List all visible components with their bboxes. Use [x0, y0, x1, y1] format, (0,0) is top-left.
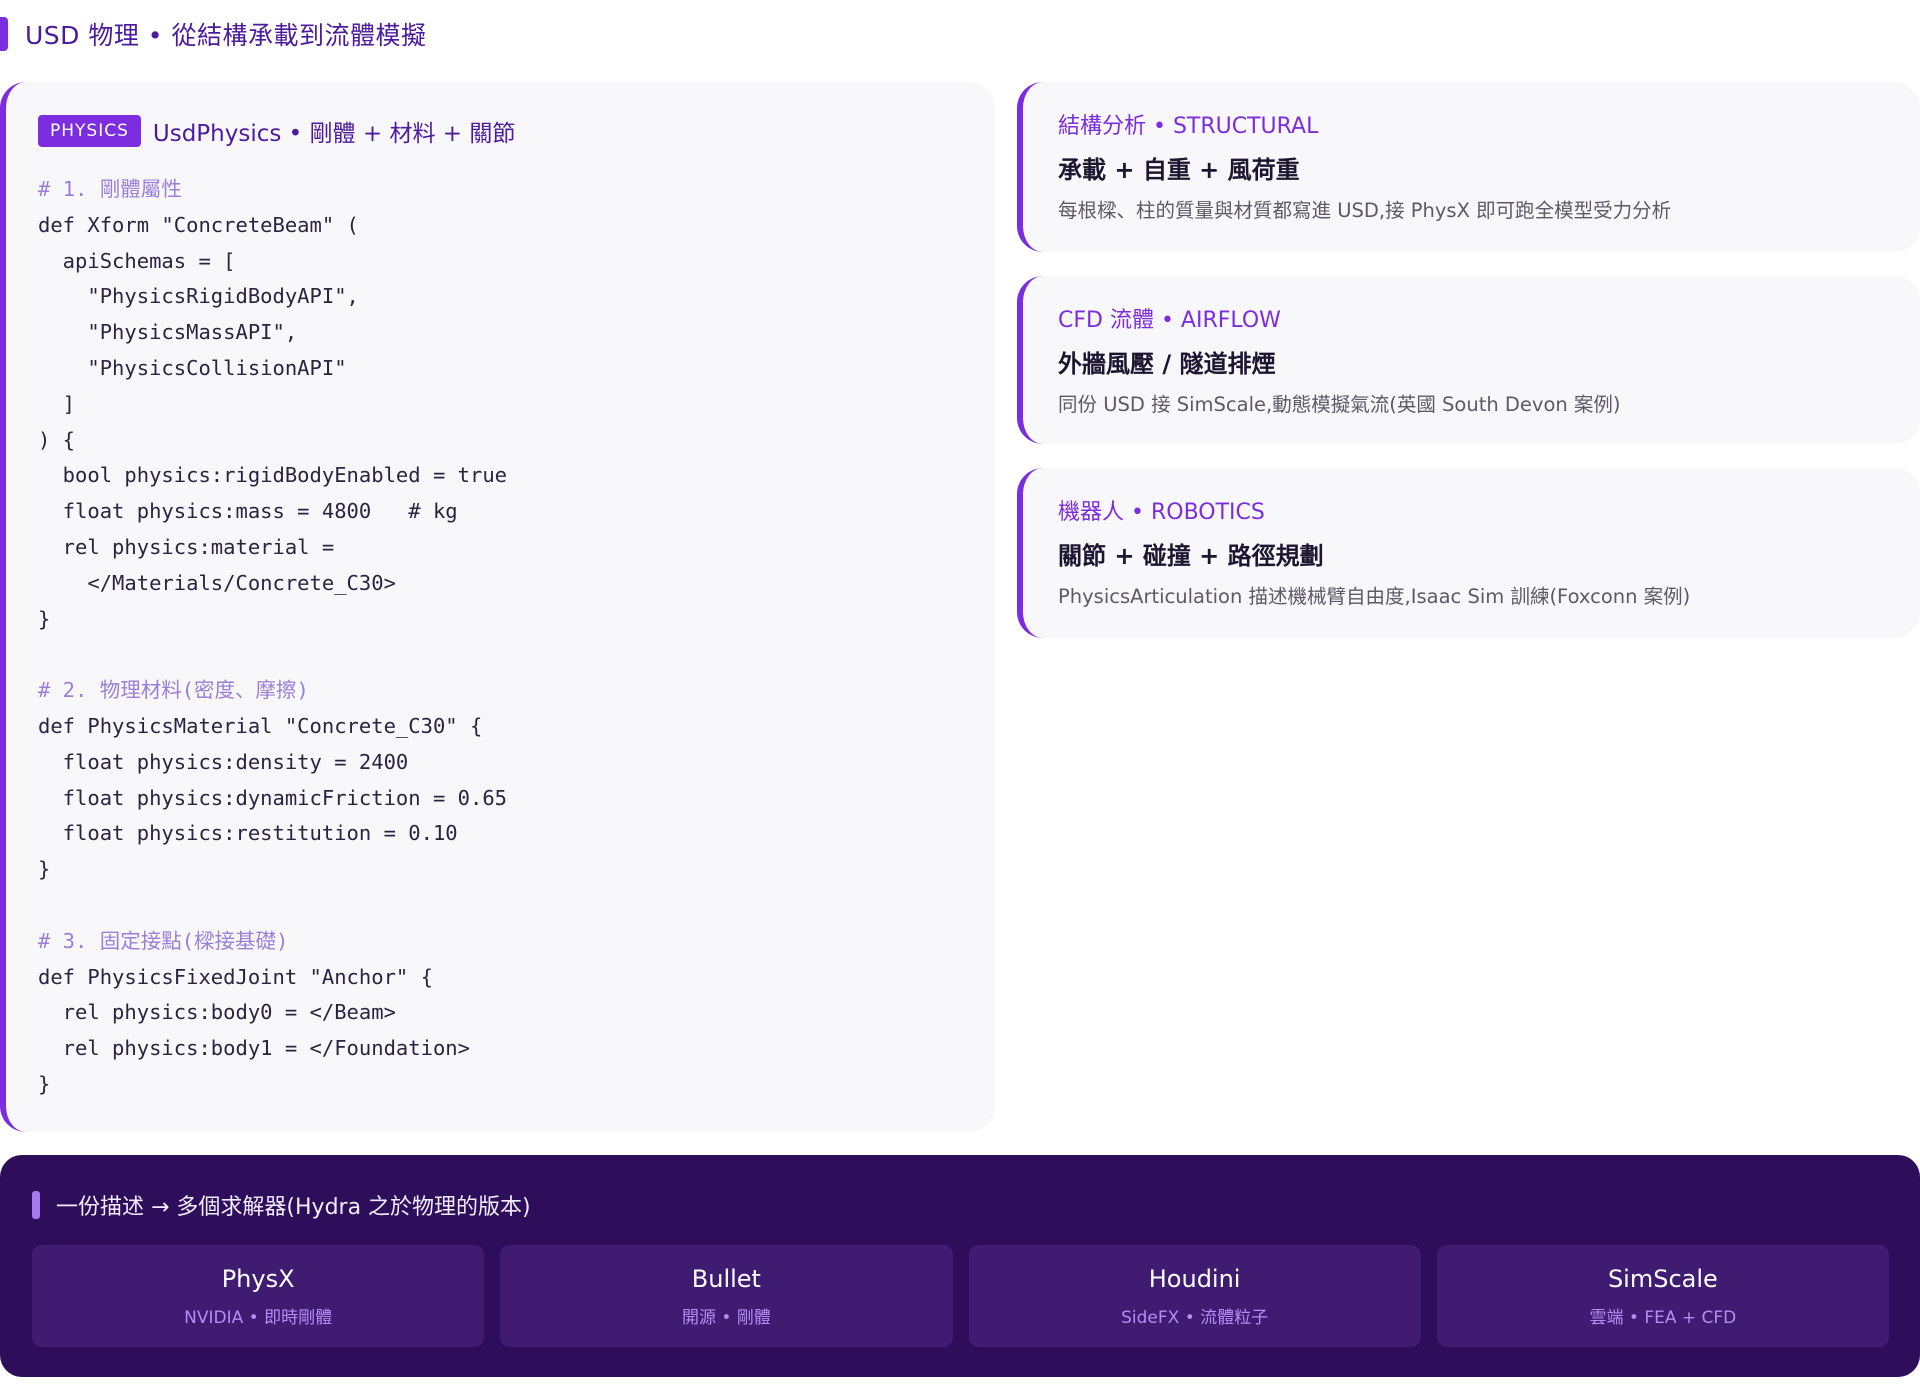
solver-band-title: 一份描述 → 多個求解器(Hydra 之於物理的版本)	[56, 1195, 531, 1220]
solver-band-header: 一份描述 → 多個求解器(Hydra 之於物理的版本)	[32, 1189, 531, 1221]
code-panel-title: UsdPhysics • 剛體 + 材料 + 關節	[152, 121, 516, 147]
card-title: 外牆風壓 / 隧道排煙	[1058, 350, 1276, 378]
code-comment-line: # 2. 物理材料(密度、摩擦)	[38, 678, 309, 703]
code-line: rel physics:material =	[38, 534, 335, 559]
code-panel: PHYSICS UsdPhysics • 剛體 + 材料 + 關節 # 1. 剛…	[0, 82, 995, 1132]
card-description: PhysicsArticulation 描述機械臂自由度,Isaac Sim 訓…	[1058, 585, 1691, 608]
code-line: }	[38, 857, 51, 882]
code-line: float physics:mass = 4800 # kg	[38, 499, 458, 524]
card-kicker: 機器人 • ROBOTICS	[1058, 500, 1265, 525]
code-line: ]	[38, 391, 76, 416]
physics-badge: PHYSICS	[38, 115, 141, 147]
code-line: rel physics:body1 = </Foundation>	[38, 1036, 470, 1061]
code-line: float physics:density = 2400	[38, 749, 409, 774]
card-structural: 結構分析 • STRUCTURAL 承載 + 自重 + 風荷重 每根樑、柱的質量…	[1017, 82, 1920, 252]
card-title: 承載 + 自重 + 風荷重	[1058, 156, 1300, 184]
card-robotics: 機器人 • ROBOTICS 關節 + 碰撞 + 路徑規劃 PhysicsArt…	[1017, 468, 1920, 638]
code-line: float physics:dynamicFriction = 0.65	[38, 785, 507, 810]
code-header: PHYSICS UsdPhysics • 剛體 + 材料 + 關節	[38, 114, 515, 148]
code-line: "PhysicsMassAPI",	[38, 320, 298, 345]
solver-name: SimScale	[1607, 1264, 1718, 1293]
code-line: "PhysicsCollisionAPI"	[38, 355, 347, 380]
page-title: USD 物理 • 從結構承載到流體模擬	[25, 21, 427, 50]
solver-name: PhysX	[221, 1264, 295, 1293]
code-line: def PhysicsFixedJoint "Anchor" {	[38, 964, 433, 989]
code-line: </Materials/Concrete_C30>	[38, 570, 396, 595]
solver-subtitle: SideFX • 流體粒子	[1121, 1307, 1269, 1328]
code-line: rel physics:body0 = </Beam>	[38, 1000, 396, 1025]
solver-list: PhysX NVIDIA • 即時剛體 Bullet 開源 • 剛體 Houdi…	[32, 1245, 1889, 1347]
solver-name: Houdini	[1148, 1264, 1241, 1293]
code-line: apiSchemas = [	[38, 248, 236, 273]
solver-subtitle: NVIDIA • 即時剛體	[184, 1307, 333, 1328]
solver-card-houdini: Houdini SideFX • 流體粒子	[968, 1245, 1421, 1347]
code-line: def Xform "ConcreteBeam" (	[38, 212, 359, 237]
card-kicker: CFD 流體 • AIRFLOW	[1058, 308, 1281, 333]
card-title: 關節 + 碰撞 + 路徑規劃	[1058, 542, 1324, 570]
code-line: }	[38, 1071, 51, 1096]
solver-band-accent-bar	[32, 1191, 40, 1219]
title-accent-bar	[0, 17, 8, 51]
page-header: USD 物理 • 從結構承載到流體模擬	[0, 14, 427, 54]
solver-band: 一份描述 → 多個求解器(Hydra 之於物理的版本) PhysX NVIDIA…	[0, 1155, 1920, 1377]
code-line: "PhysicsRigidBodyAPI",	[38, 284, 359, 309]
solver-card-simscale: SimScale 雲端 • FEA + CFD	[1436, 1245, 1889, 1347]
card-airflow: CFD 流體 • AIRFLOW 外牆風壓 / 隧道排煙 同份 USD 接 Si…	[1017, 276, 1920, 444]
card-description: 同份 USD 接 SimScale,動態模擬氣流(英國 South Devon …	[1058, 393, 1621, 416]
code-line: def PhysicsMaterial "Concrete_C30" {	[38, 713, 483, 738]
solver-card-physx: PhysX NVIDIA • 即時剛體	[32, 1245, 485, 1347]
code-block: # 1. 剛體屬性 def Xform "ConcreteBeam" ( apiS…	[38, 172, 507, 1103]
card-kicker: 結構分析 • STRUCTURAL	[1058, 114, 1319, 139]
card-description: 每根樑、柱的質量與材質都寫進 USD,接 PhysX 即可跑全模型受力分析	[1058, 199, 1672, 222]
solver-subtitle: 雲端 • FEA + CFD	[1589, 1307, 1737, 1328]
solver-name: Bullet	[691, 1264, 761, 1293]
code-line: bool physics:rigidBodyEnabled = true	[38, 463, 507, 488]
solver-subtitle: 開源 • 剛體	[681, 1307, 771, 1328]
code-comment-line: # 3. 固定接點(樑接基礎)	[38, 928, 289, 953]
code-line: ) {	[38, 427, 76, 452]
code-comment-line: # 1. 剛體屬性	[38, 177, 182, 201]
code-line: float physics:restitution = 0.10	[38, 821, 458, 846]
solver-card-bullet: Bullet 開源 • 剛體	[500, 1245, 953, 1347]
code-line: }	[38, 606, 51, 631]
